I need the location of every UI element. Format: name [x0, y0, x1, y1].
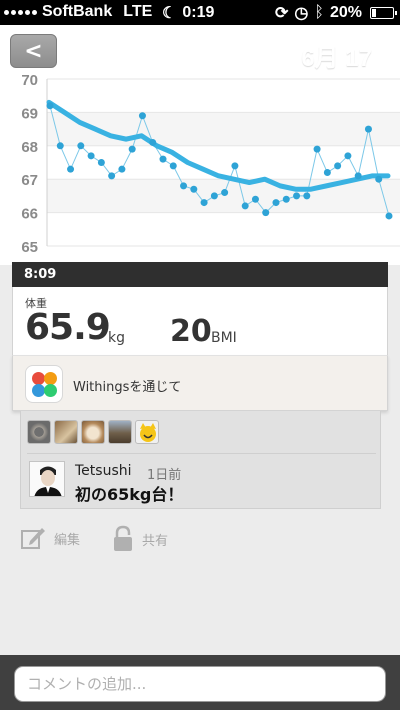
weight-data-point[interactable]: [262, 209, 270, 217]
weight-data-point[interactable]: [282, 195, 290, 203]
weight-data-point[interactable]: [149, 138, 157, 146]
y-tick-label: 70: [21, 72, 38, 89]
weight-data-point[interactable]: [364, 125, 372, 133]
weight-data-point[interactable]: [87, 152, 95, 160]
signal-strength-icon: [4, 9, 37, 15]
avatar[interactable]: [27, 420, 51, 444]
edit-label: 編集: [54, 532, 81, 548]
rotation-lock-icon: ⟳: [274, 5, 289, 22]
weight-data-point[interactable]: [67, 165, 75, 173]
y-tick-label: 66: [21, 206, 38, 223]
weight-data-point[interactable]: [221, 189, 229, 197]
grid-band: [47, 179, 400, 213]
weight-data-point[interactable]: [108, 172, 116, 180]
measurement-time: 8:09: [24, 267, 57, 282]
comment-text: 初の65kg台！: [75, 485, 184, 504]
weight-value: 65.9: [25, 307, 111, 348]
moon-icon: ☾: [162, 5, 177, 22]
weight-data-point[interactable]: [323, 169, 331, 177]
battery-icon: [370, 7, 397, 19]
comment-input[interactable]: [14, 666, 386, 702]
weight-data-point[interactable]: [241, 202, 249, 210]
weight-data-point[interactable]: [385, 212, 393, 220]
avatar[interactable]: [108, 420, 132, 444]
weight-data-point[interactable]: [200, 199, 208, 207]
measurement-card: 体重 65.9 kg 20 BMI: [12, 287, 388, 355]
weight-data-point[interactable]: [190, 185, 198, 193]
avatar[interactable]: [135, 420, 159, 444]
edit-icon: [21, 528, 45, 549]
withings-logo-icon: [25, 365, 63, 403]
weight-data-point[interactable]: [272, 199, 280, 207]
comment-bar: [0, 655, 400, 710]
weight-data-point[interactable]: [251, 195, 259, 203]
measurement-time-bar: 8:09: [12, 262, 388, 287]
social-panel: Tetsushi 1日前 初の65kg台！: [20, 411, 381, 509]
weight-data-point[interactable]: [118, 165, 126, 173]
weight-data-point[interactable]: [128, 145, 136, 153]
weight-data-point[interactable]: [313, 145, 321, 153]
weight-data-point[interactable]: [77, 142, 85, 150]
likes-avatars: [27, 420, 159, 444]
weight-data-point[interactable]: [138, 112, 146, 120]
bluetooth-icon: ᛒ: [314, 4, 324, 21]
weight-unit: kg: [108, 330, 125, 346]
source-label: Withingsを通じて: [73, 380, 182, 395]
comment-username[interactable]: Tetsushi: [75, 463, 132, 479]
weight-data-point[interactable]: [334, 162, 342, 170]
status-bar: SoftBank LTE ☾ 0:19 ⟳ ◷ ᛒ 20%: [0, 0, 400, 25]
y-tick-label: 67: [21, 172, 38, 189]
date-label: 6月 17: [301, 45, 372, 72]
divider: [27, 453, 376, 454]
weight-data-point[interactable]: [293, 192, 301, 200]
battery-fill: [372, 9, 377, 17]
weight-data-point[interactable]: [375, 175, 383, 183]
share-button[interactable]: 共有: [112, 525, 168, 553]
weight-data-point[interactable]: [169, 162, 177, 170]
bmi-value: 20: [170, 314, 212, 349]
weight-data-point[interactable]: [344, 152, 352, 160]
avatar[interactable]: [29, 461, 65, 497]
battery-percent: 20%: [329, 4, 362, 21]
avatar[interactable]: [81, 420, 105, 444]
weight-data-point[interactable]: [210, 192, 218, 200]
alarm-icon: ◷: [294, 5, 309, 22]
share-label: 共有: [142, 533, 169, 549]
y-tick-label: 68: [21, 139, 38, 156]
y-tick-label: 69: [21, 105, 38, 122]
weight-data-point[interactable]: [46, 102, 54, 110]
clock-time: 0:19: [182, 4, 215, 21]
lock-icon: [114, 525, 132, 551]
back-button[interactable]: <: [10, 34, 57, 68]
carrier-label: SoftBank: [42, 3, 113, 20]
avatar[interactable]: [54, 420, 78, 444]
y-tick-label: 65: [21, 239, 38, 256]
weight-data-point[interactable]: [180, 182, 188, 190]
weight-data-point[interactable]: [56, 142, 64, 150]
bmi-unit: BMI: [211, 330, 237, 346]
weight-data-point[interactable]: [231, 162, 239, 170]
weight-data-point[interactable]: [303, 192, 311, 200]
weight-data-point[interactable]: [97, 159, 105, 166]
weight-data-point[interactable]: [159, 155, 167, 163]
edit-button[interactable]: 編集: [20, 525, 80, 551]
weight-data-point[interactable]: [354, 172, 362, 180]
back-arrow-icon: <: [24, 38, 43, 64]
source-row[interactable]: Withingsを通じて: [12, 355, 388, 411]
network-label: LTE: [123, 3, 153, 20]
